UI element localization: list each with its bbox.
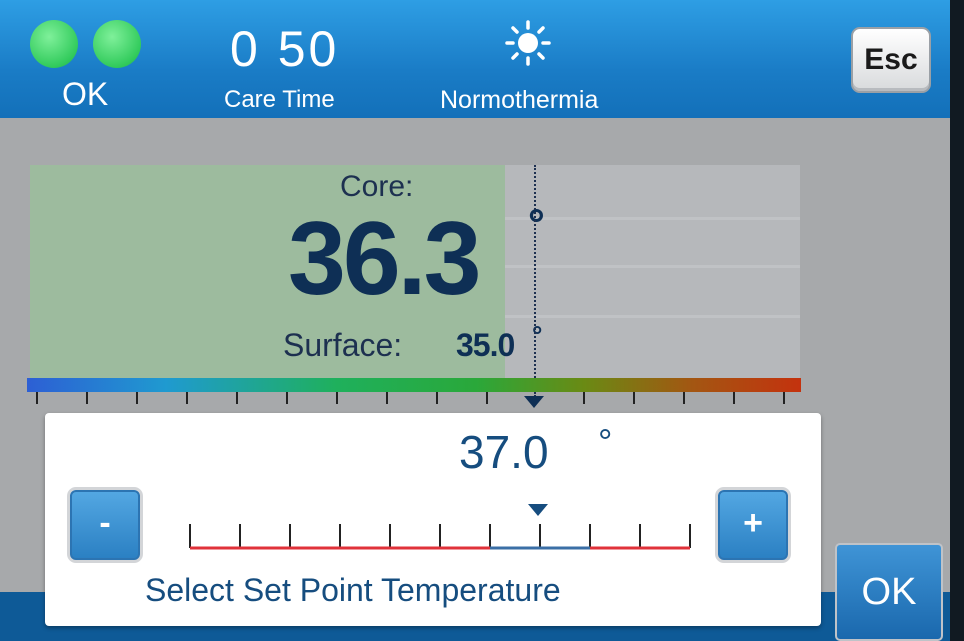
setpoint-slider[interactable]: [185, 518, 695, 558]
instruction-text: Select Set Point Temperature: [145, 572, 561, 608]
status-led-1: [30, 20, 78, 68]
status-label: OK: [62, 76, 109, 112]
setpoint-indicator-line: [534, 165, 536, 397]
setpoint-marker: [524, 396, 544, 408]
care-time-label: Care Time: [224, 86, 335, 113]
temperature-color-bar: [27, 378, 801, 392]
temperature-scale-ticks: [36, 392, 785, 404]
setpoint-value: 37.0: [459, 426, 549, 478]
core-temperature-value: 36.3: [288, 201, 481, 317]
status-led-2: [93, 20, 141, 68]
care-time-value: 0 50: [230, 21, 340, 77]
core-label: Core:: [340, 170, 414, 203]
ok-button[interactable]: OK: [835, 543, 943, 641]
header-bar: OK 0 50 Care Time Normothermia Esc: [0, 0, 950, 118]
surface-temperature-value: 35.0: [456, 327, 515, 363]
decrease-button[interactable]: -: [67, 487, 143, 563]
panel-stripe: [505, 217, 800, 220]
screen: OK 0 50 Care Time Normothermia Esc Core:: [0, 0, 950, 641]
setpoint-degree-symbol: °: [598, 421, 613, 462]
panel-stripe: [505, 265, 800, 268]
esc-button[interactable]: Esc: [851, 27, 931, 93]
setpoint-dialog: 37.0 ° - + Select Set Point Temperature: [45, 413, 821, 626]
surface-label: Surface:: [283, 327, 403, 363]
mode-label: Normothermia: [440, 86, 599, 114]
setpoint-slider-marker: [528, 504, 548, 516]
sun-icon: [505, 20, 551, 66]
device-frame: OK 0 50 Care Time Normothermia Esc Core:: [0, 0, 964, 641]
panel-stripe: [505, 315, 800, 318]
core-degree-symbol: °: [528, 200, 545, 247]
increase-button[interactable]: +: [715, 487, 791, 563]
